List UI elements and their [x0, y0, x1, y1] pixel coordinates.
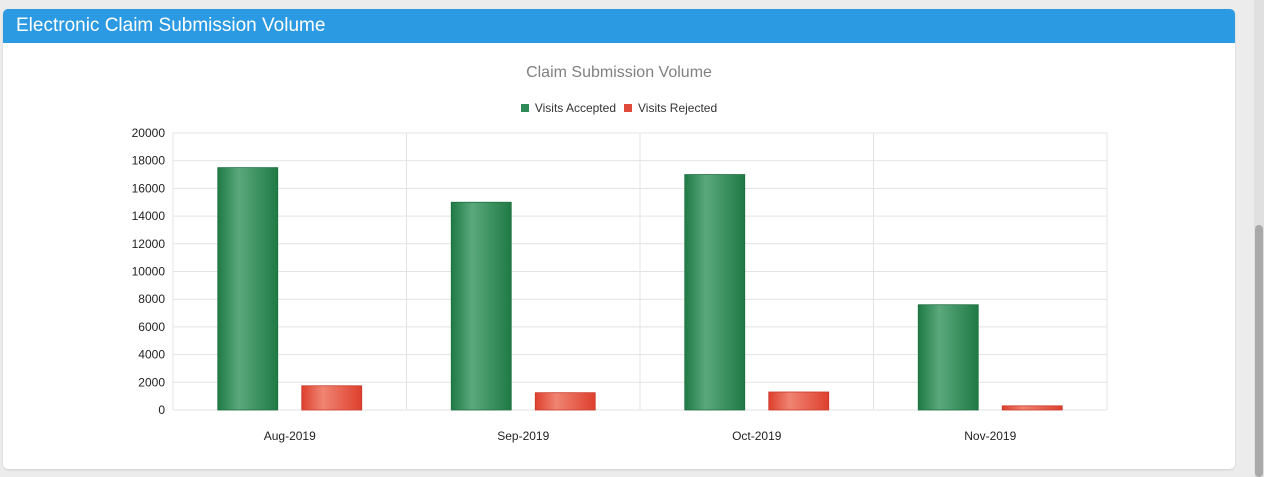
- bar-visits-accepted: [917, 304, 979, 411]
- x-tick-label: Aug-2019: [264, 429, 316, 443]
- bar-visits-accepted: [450, 201, 512, 411]
- y-tick-label: 16000: [132, 181, 166, 195]
- scrollbar-thumb[interactable]: [1255, 225, 1263, 477]
- panel-title: Electronic Claim Submission Volume: [16, 15, 326, 36]
- chart-area: 0 2000 4000 6000 8000 10000 12000 14000 16000 180…: [3, 43, 1235, 469]
- y-tick-label: 8000: [138, 292, 165, 306]
- bar-visits-rejected: [534, 392, 596, 411]
- chart-title: Claim Submission Volume: [526, 64, 712, 81]
- y-tick-label: 4000: [138, 348, 165, 362]
- x-tick-label: Oct-2019: [732, 429, 782, 443]
- y-tick-label: 12000: [132, 237, 166, 251]
- y-tick-label: 20000: [132, 126, 166, 140]
- chart-legend: Visits Accepted Visits Rejected: [3, 101, 1235, 115]
- bar-visits-rejected: [768, 391, 830, 411]
- y-tick-label: 10000: [132, 265, 166, 279]
- y-tick-label: 2000: [138, 375, 165, 389]
- page-scrollbar[interactable]: [1254, 0, 1264, 477]
- legend-swatch-accepted: [520, 104, 529, 112]
- bar-visits-accepted: [217, 167, 279, 411]
- legend-item-rejected[interactable]: Visits Rejected: [624, 101, 717, 115]
- y-tick-label: 14000: [132, 209, 166, 223]
- legend-label-accepted: Visits Accepted: [534, 101, 616, 115]
- panel-header: Electronic Claim Submission Volume: [3, 9, 1235, 43]
- x-tick-label: Nov-2019: [964, 429, 1016, 443]
- bar-visits-rejected: [1001, 405, 1063, 411]
- legend-swatch-rejected: [624, 104, 632, 112]
- bar-visits-accepted: [684, 174, 746, 411]
- y-tick-label: 0: [158, 403, 165, 417]
- legend-label-rejected: Visits Rejected: [638, 101, 718, 115]
- claim-volume-panel: Electronic Claim Submission Volume 0 2000…: [3, 9, 1235, 469]
- bar-visits-rejected: [301, 385, 363, 411]
- y-tick-label: 6000: [138, 320, 165, 334]
- x-tick-label: Sep-2019: [497, 429, 549, 443]
- y-tick-label: 18000: [132, 154, 166, 168]
- legend-item-accepted[interactable]: Visits Accepted: [520, 101, 616, 115]
